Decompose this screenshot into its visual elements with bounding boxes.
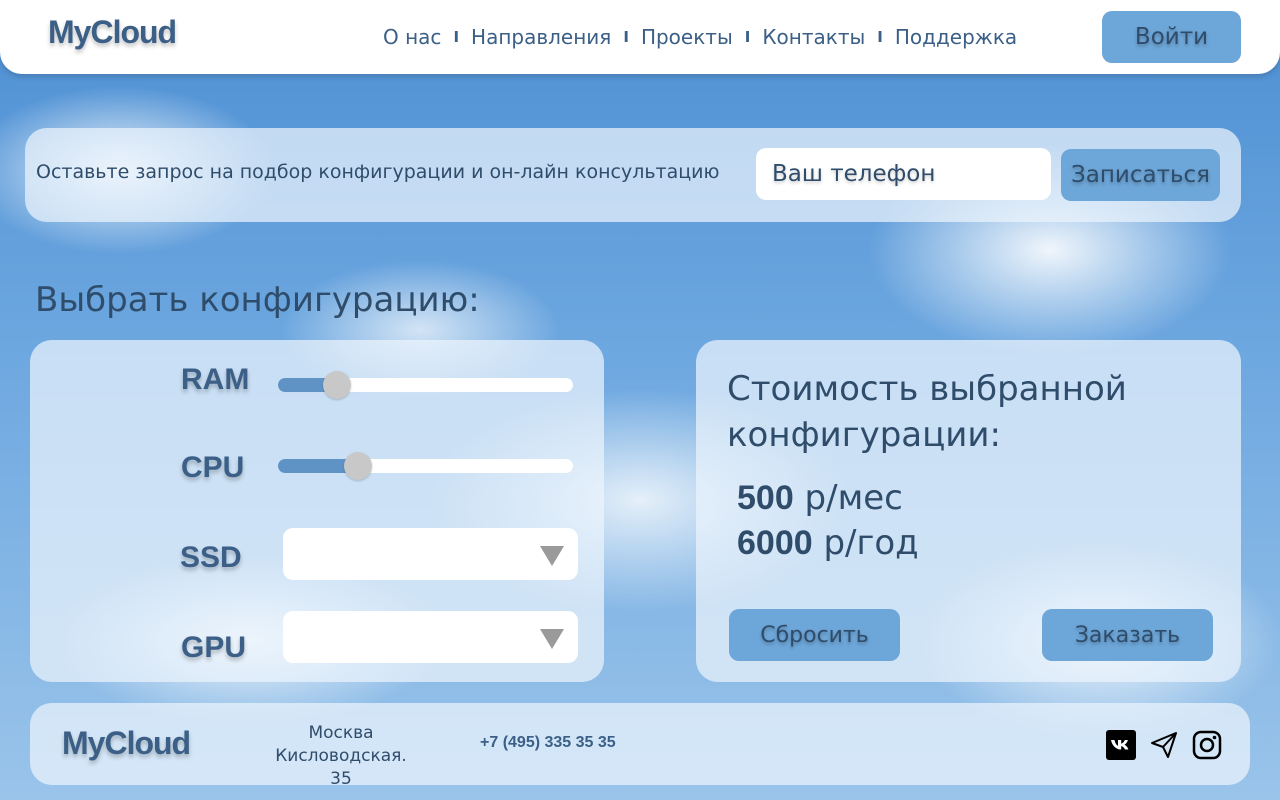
ram-label: RAM	[181, 363, 250, 396]
price-monthly-unit: р/мес	[793, 478, 903, 518]
ram-slider[interactable]	[278, 371, 573, 399]
chevron-down-icon[interactable]	[540, 629, 564, 649]
nav-directions[interactable]: Направления	[471, 25, 611, 49]
cpu-label: CPU	[181, 451, 245, 484]
telegram-icon[interactable]	[1149, 730, 1179, 760]
signup-button[interactable]: Записаться	[1061, 149, 1220, 201]
price-yearly: 6000 р/год	[737, 523, 919, 563]
order-button[interactable]: Заказать	[1042, 609, 1213, 661]
cpu-slider[interactable]	[278, 452, 573, 480]
nav-contacts[interactable]: Контакты	[762, 25, 865, 49]
header-logo[interactable]: MyCloud	[48, 14, 177, 51]
instagram-icon[interactable]	[1192, 730, 1222, 760]
nav-support[interactable]: Поддержка	[895, 25, 1017, 49]
footer-phone[interactable]: +7 (495) 335 35 35	[480, 734, 616, 752]
gpu-label: GPU	[181, 631, 247, 664]
phone-input[interactable]	[756, 148, 1051, 200]
ssd-label: SSD	[180, 541, 242, 574]
reset-button[interactable]: Сбросить	[729, 609, 900, 661]
footer-city: Москва	[308, 723, 374, 743]
footer-street: Кисловодская. 35	[275, 746, 407, 789]
request-text: Оставьте запрос на подбор конфигурации и…	[36, 161, 720, 183]
gpu-select[interactable]	[283, 611, 578, 663]
login-button[interactable]: Войти	[1102, 11, 1241, 63]
nav-about[interactable]: О нас	[383, 25, 441, 49]
nav-projects[interactable]: Проекты	[641, 25, 733, 49]
footer	[30, 703, 1250, 785]
nav-separator: I	[877, 28, 883, 46]
footer-address: Москва Кисловодская. 35	[266, 722, 416, 791]
chevron-down-icon[interactable]	[540, 546, 564, 566]
price-yearly-unit: р/год	[812, 523, 919, 563]
price-monthly-value: 500	[737, 479, 794, 517]
config-title: Выбрать конфигурацию:	[35, 280, 480, 320]
nav-separator: I	[744, 28, 751, 46]
price-title: Стоимость выбранной конфигурации:	[727, 369, 1127, 455]
price-yearly-value: 6000	[737, 524, 813, 562]
footer-logo[interactable]: MyCloud	[62, 725, 191, 762]
price-monthly: 500 р/мес	[737, 478, 903, 518]
cpu-slider-thumb[interactable]	[343, 452, 372, 480]
nav-separator: I	[453, 28, 460, 46]
header: MyCloud О нас I Направления I Проекты I …	[0, 0, 1280, 74]
nav-separator: I	[623, 28, 629, 46]
ram-slider-thumb[interactable]	[323, 371, 351, 399]
ssd-select[interactable]	[283, 528, 578, 580]
main-nav: О нас I Направления I Проекты I Контакты…	[383, 25, 1017, 49]
vk-icon[interactable]	[1106, 730, 1136, 760]
